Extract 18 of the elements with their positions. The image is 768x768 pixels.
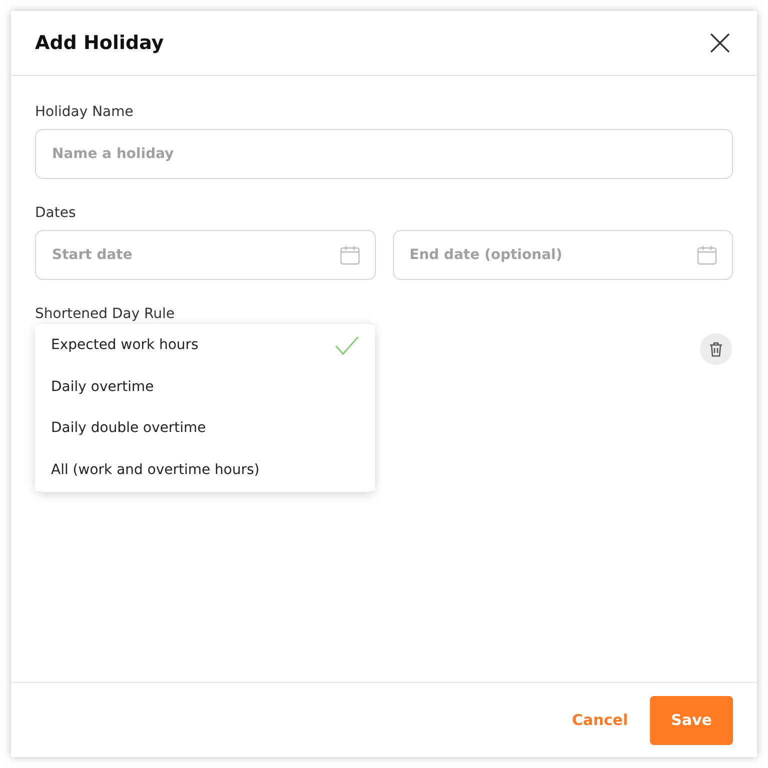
trash-icon	[709, 342, 723, 356]
start-date-field[interactable]: Start date	[35, 230, 376, 280]
close-button[interactable]	[709, 32, 731, 54]
calendar-icon	[340, 245, 360, 265]
dropdown-option[interactable]: Expected work hours	[35, 325, 375, 366]
dropdown-option[interactable]: All (work and overtime hours)	[35, 450, 375, 491]
end-date-field[interactable]: End date (optional)	[392, 230, 733, 280]
field-label: Dates	[35, 204, 77, 223]
dropdown-option[interactable]: Daily overtime	[35, 366, 375, 408]
field-label: Shortened Day Rule	[35, 305, 176, 324]
calendar-icon	[697, 245, 717, 265]
checkmark-icon	[335, 336, 359, 356]
dropdown-option[interactable]: Daily double overtime	[35, 408, 375, 450]
delete-button[interactable]	[700, 333, 732, 365]
holiday-name-field[interactable]: Name a holiday	[35, 129, 733, 179]
dialog-title: Add Holiday	[35, 32, 164, 54]
close-icon	[709, 32, 731, 54]
field-label: Holiday Name	[35, 103, 134, 122]
